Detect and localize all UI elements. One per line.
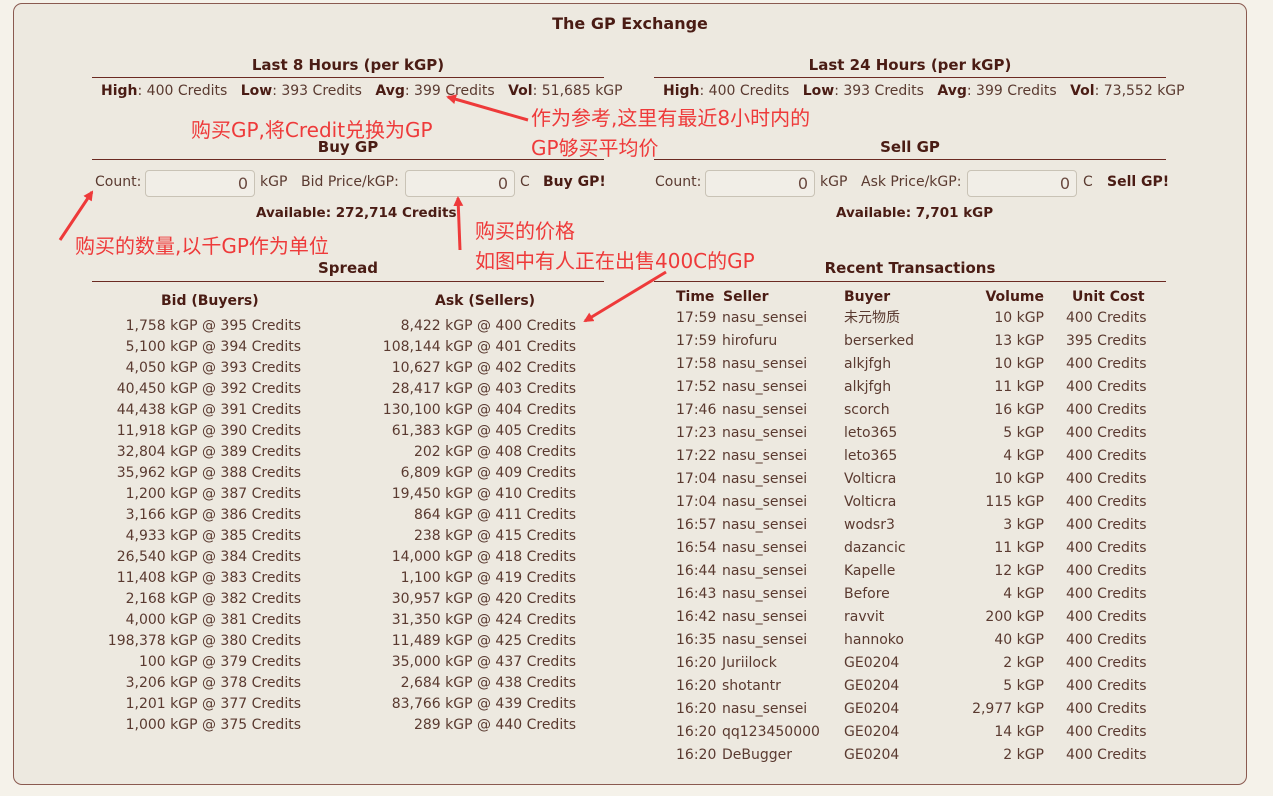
arrow-to-avg: [446, 94, 529, 122]
arrow-to-price: [453, 196, 464, 251]
annotation-arrows: [58, 94, 667, 323]
arrow-to-count: [58, 190, 94, 241]
arrow-to-ask: [583, 270, 667, 323]
